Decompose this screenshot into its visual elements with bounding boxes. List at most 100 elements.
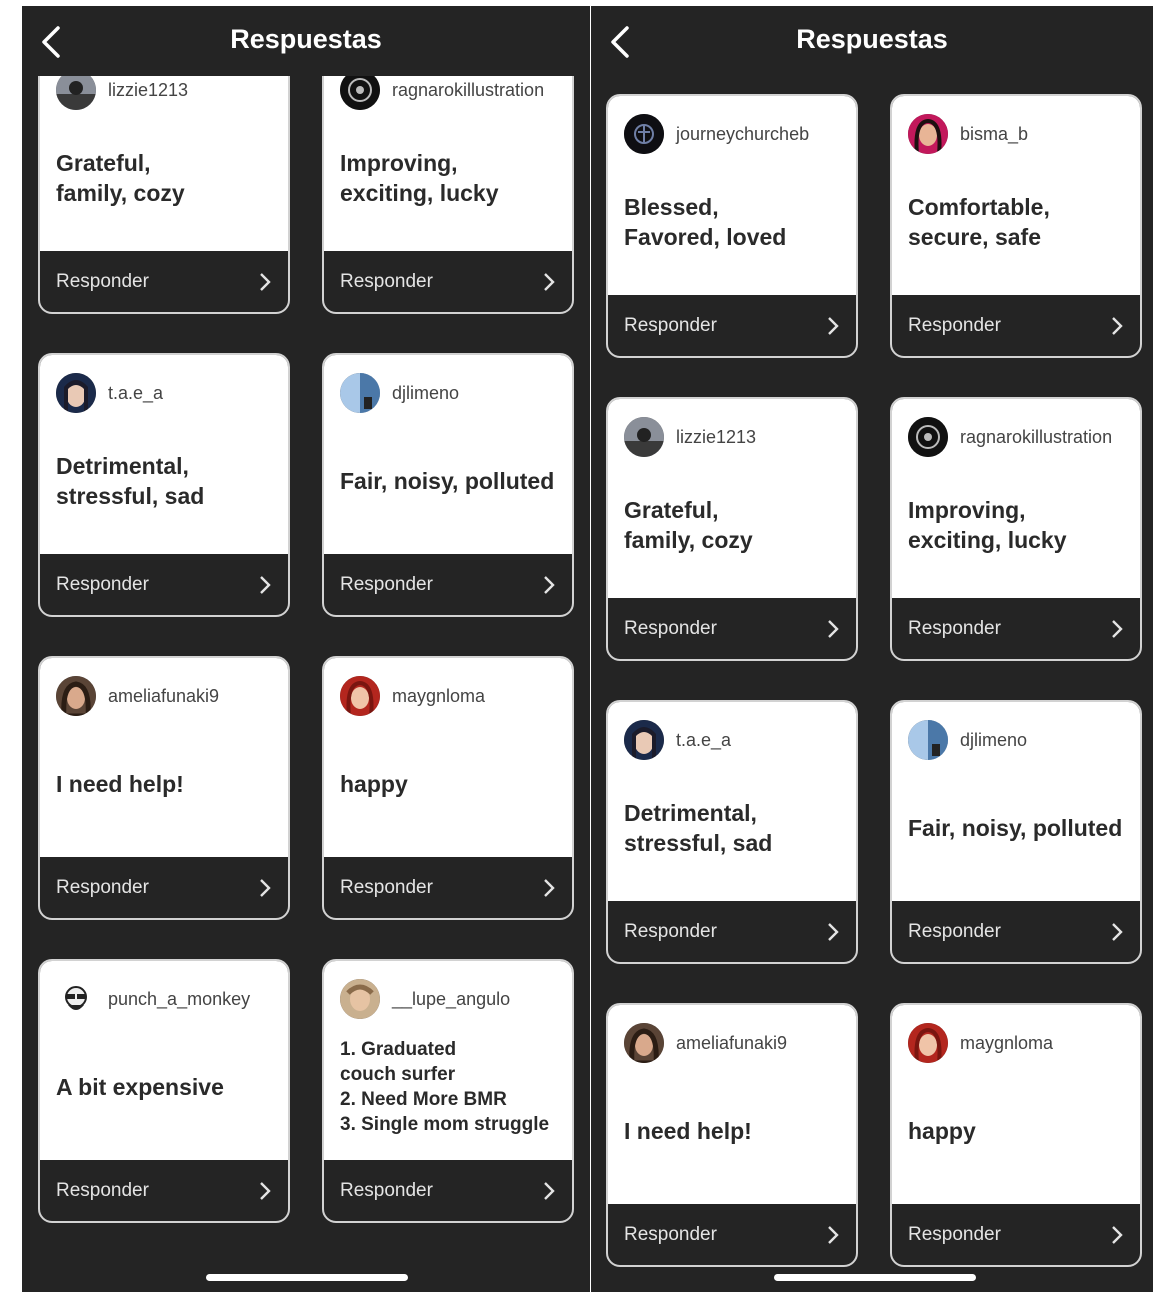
- nav-header: Respuestas: [22, 6, 590, 76]
- chevron-right-icon: [260, 1182, 271, 1200]
- username[interactable]: ameliafunaki9: [676, 1033, 787, 1054]
- user-avatar[interactable]: [340, 676, 380, 716]
- chevron-right-icon: [260, 576, 271, 594]
- reply-label: Responder: [340, 574, 433, 595]
- home-indicator[interactable]: [206, 1274, 408, 1281]
- user-avatar[interactable]: [56, 70, 96, 110]
- page-title: Respuestas: [796, 24, 948, 54]
- username[interactable]: lizzie1213: [108, 80, 188, 101]
- user-avatar[interactable]: [56, 373, 96, 413]
- chevron-right-icon: [544, 576, 555, 594]
- user-avatar[interactable]: [908, 417, 948, 457]
- response-card: ragnarokillustration Improving, exciting…: [322, 50, 574, 314]
- username[interactable]: ragnarokillustration: [392, 80, 544, 101]
- user-avatar[interactable]: [624, 114, 664, 154]
- left-screen: lizzie1213 Grateful, family, cozy Respon…: [22, 6, 590, 1292]
- response-text: Comfortable, secure, safe: [908, 194, 1050, 250]
- response-card: ameliafunaki9 I need help! Responder: [38, 656, 290, 920]
- username[interactable]: __lupe_angulo: [392, 989, 510, 1010]
- response-text: Grateful, family, cozy: [624, 497, 753, 553]
- chevron-right-icon: [828, 923, 839, 941]
- user-avatar[interactable]: [340, 979, 380, 1019]
- page-title: Respuestas: [230, 24, 382, 54]
- response-text: happy: [908, 1118, 976, 1144]
- user-avatar[interactable]: [908, 720, 948, 760]
- username[interactable]: djlimeno: [960, 730, 1027, 751]
- user-avatar[interactable]: [56, 676, 96, 716]
- response-text: A bit expensive: [56, 1074, 224, 1100]
- username[interactable]: t.a.e_a: [108, 383, 163, 404]
- username[interactable]: ragnarokillustration: [960, 427, 1112, 448]
- reply-button[interactable]: Responder: [892, 901, 1140, 962]
- username[interactable]: maygnloma: [960, 1033, 1053, 1054]
- reply-button[interactable]: Responder: [324, 1160, 572, 1221]
- user-avatar[interactable]: [624, 417, 664, 457]
- user-avatar[interactable]: [908, 114, 948, 154]
- reply-button[interactable]: Responder: [608, 1204, 856, 1265]
- reply-button[interactable]: Responder: [40, 554, 288, 615]
- reply-label: Responder: [908, 315, 1001, 336]
- reply-button[interactable]: Responder: [324, 554, 572, 615]
- reply-button[interactable]: Responder: [892, 598, 1140, 659]
- response-text: Fair, noisy, polluted: [908, 815, 1123, 841]
- response-text: I need help!: [624, 1118, 752, 1144]
- response-card: lizzie1213 Grateful, family, cozy Respon…: [606, 397, 858, 661]
- reply-button[interactable]: Responder: [892, 295, 1140, 356]
- response-text: Fair, noisy, polluted: [340, 468, 555, 494]
- response-card: t.a.e_a Detrimental, stressful, sad Resp…: [606, 700, 858, 964]
- reply-button[interactable]: Responder: [892, 1204, 1140, 1265]
- chevron-right-icon: [544, 879, 555, 897]
- chevron-right-icon: [260, 879, 271, 897]
- response-card: ameliafunaki9 I need help! Responder: [606, 1003, 858, 1267]
- chevron-right-icon: [828, 620, 839, 638]
- username[interactable]: t.a.e_a: [676, 730, 731, 751]
- user-avatar[interactable]: [56, 979, 96, 1019]
- right-screen: journeychurcheb Blessed, Favored, loved …: [591, 6, 1153, 1292]
- response-card: lizzie1213 Grateful, family, cozy Respon…: [38, 50, 290, 314]
- home-indicator[interactable]: [774, 1274, 976, 1281]
- reply-label: Responder: [624, 618, 717, 639]
- username[interactable]: lizzie1213: [676, 427, 756, 448]
- response-card: djlimeno Fair, noisy, polluted Responder: [322, 353, 574, 617]
- response-text: happy: [340, 771, 408, 797]
- username[interactable]: djlimeno: [392, 383, 459, 404]
- response-text: Grateful, family, cozy: [56, 150, 185, 206]
- chevron-right-icon: [544, 273, 555, 291]
- chevron-right-icon: [544, 1182, 555, 1200]
- user-avatar[interactable]: [340, 70, 380, 110]
- username[interactable]: maygnloma: [392, 686, 485, 707]
- reply-button[interactable]: Responder: [40, 251, 288, 312]
- reply-label: Responder: [56, 1180, 149, 1201]
- reply-label: Responder: [56, 271, 149, 292]
- reply-button[interactable]: Responder: [40, 857, 288, 918]
- response-card: punch_a_monkey A bit expensive Responder: [38, 959, 290, 1223]
- user-avatar[interactable]: [624, 720, 664, 760]
- response-text: Detrimental, stressful, sad: [56, 453, 205, 509]
- user-avatar[interactable]: [340, 373, 380, 413]
- reply-label: Responder: [908, 1224, 1001, 1245]
- reply-button[interactable]: Responder: [608, 295, 856, 356]
- chevron-right-icon: [1112, 317, 1123, 335]
- username[interactable]: punch_a_monkey: [108, 989, 250, 1010]
- response-text: 1. Graduated couch surfer 2. Need More B…: [340, 1039, 550, 1135]
- response-text: Detrimental, stressful, sad: [624, 800, 773, 856]
- username[interactable]: bisma_b: [960, 124, 1028, 145]
- username[interactable]: ameliafunaki9: [108, 686, 219, 707]
- response-card: journeychurcheb Blessed, Favored, loved …: [606, 94, 858, 358]
- reply-label: Responder: [908, 921, 1001, 942]
- response-card: __lupe_angulo 1. Graduated couch surfer …: [322, 959, 574, 1223]
- reply-label: Responder: [56, 574, 149, 595]
- reply-button[interactable]: Responder: [608, 901, 856, 962]
- reply-button[interactable]: Responder: [608, 598, 856, 659]
- reply-button[interactable]: Responder: [40, 1160, 288, 1221]
- user-avatar[interactable]: [624, 1023, 664, 1063]
- username[interactable]: journeychurcheb: [676, 124, 809, 145]
- reply-button[interactable]: Responder: [324, 251, 572, 312]
- user-avatar[interactable]: [908, 1023, 948, 1063]
- response-card: ragnarokillustration Improving, exciting…: [890, 397, 1142, 661]
- reply-label: Responder: [624, 921, 717, 942]
- reply-button[interactable]: Responder: [324, 857, 572, 918]
- reply-label: Responder: [624, 1224, 717, 1245]
- response-text: Improving, exciting, lucky: [340, 150, 499, 206]
- response-card: djlimeno Fair, noisy, polluted Responder: [890, 700, 1142, 964]
